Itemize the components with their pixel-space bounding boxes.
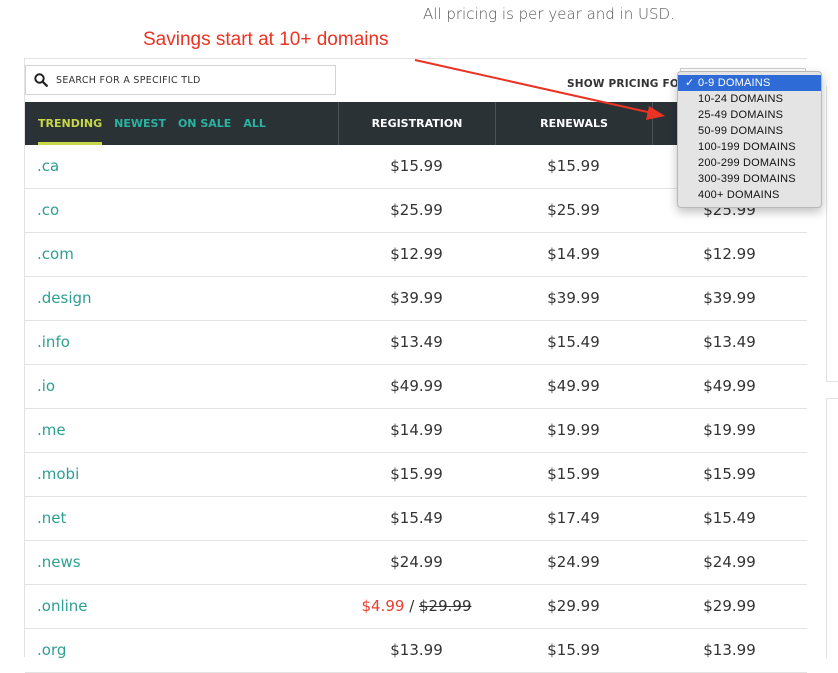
column-header-renewals: RENEWALS <box>495 102 652 145</box>
search-input[interactable] <box>54 73 328 87</box>
table-row: .net $15.49 $17.49 $15.49 <box>25 497 807 541</box>
registration-price: $15.99 <box>390 465 443 483</box>
registration-price: $25.99 <box>390 201 443 219</box>
tld-link[interactable]: .com <box>37 233 74 276</box>
registration-price: $39.99 <box>390 289 443 307</box>
registration-price: $14.99 <box>390 421 443 439</box>
tld-link[interactable]: .ca <box>37 145 59 188</box>
table-row: .mobi $15.99 $15.99 $15.99 <box>25 453 807 497</box>
renewal-price: $15.99 <box>547 465 600 483</box>
dropdown-option-100-199[interactable]: 100-199 DOMAINS <box>678 139 821 155</box>
option-label: 200-299 DOMAINS <box>698 157 796 169</box>
dropdown-option-200-299[interactable]: 200-299 DOMAINS <box>678 155 821 171</box>
option-label: 10-24 DOMAINS <box>698 93 784 105</box>
tab-all[interactable]: ALL <box>243 102 266 145</box>
registration-price: $12.99 <box>390 245 443 263</box>
transfer-price: $39.99 <box>703 289 756 307</box>
table-row: .design $39.99 $39.99 $39.99 <box>25 277 807 321</box>
tld-link[interactable]: .info <box>37 321 70 364</box>
sale-price: $4.99 <box>361 597 405 615</box>
tld-link[interactable]: .co <box>37 189 59 232</box>
renewal-price: $15.99 <box>547 641 600 659</box>
option-label: 50-99 DOMAINS <box>698 125 784 137</box>
registration-price: $15.49 <box>390 509 443 527</box>
registration-price: $15.99 <box>390 157 443 175</box>
transfer-price: $12.99 <box>703 245 756 263</box>
renewal-price: $49.99 <box>547 377 600 395</box>
dropdown-option-50-99[interactable]: 50-99 DOMAINS <box>678 123 821 139</box>
transfer-price: $13.99 <box>703 641 756 659</box>
tld-link[interactable]: .net <box>37 497 66 540</box>
tld-link[interactable]: .design <box>37 277 92 320</box>
renewal-price: $19.99 <box>547 421 600 439</box>
pricing-note: All pricing is per year and in USD. <box>423 5 675 23</box>
tld-link[interactable]: .me <box>37 409 66 452</box>
transfer-price: $19.99 <box>703 421 756 439</box>
renewal-price: $24.99 <box>547 553 600 571</box>
tld-filter-tabs: TRENDING NEWEST ON SALE ALL <box>38 102 278 145</box>
dropdown-option-25-49[interactable]: 25-49 DOMAINS <box>678 107 821 123</box>
side-panel-edge <box>826 86 838 382</box>
transfer-price: $13.49 <box>703 333 756 351</box>
tld-search-field[interactable] <box>25 65 336 95</box>
registration-price: $49.99 <box>390 377 443 395</box>
tab-trending[interactable]: TRENDING <box>38 102 103 145</box>
dropdown-option-0-9[interactable]: ✓ 0-9 DOMAINS <box>678 75 821 91</box>
tab-on-sale[interactable]: ON SALE <box>178 102 231 145</box>
registration-price: $13.49 <box>390 333 443 351</box>
option-label: 300-399 DOMAINS <box>698 173 796 185</box>
side-panel-edge <box>826 398 838 658</box>
transfer-price: $29.99 <box>703 597 756 615</box>
pricing-for-label: SHOW PRICING FOR <box>567 78 688 90</box>
panel-divider <box>24 58 807 59</box>
renewal-price: $15.49 <box>547 333 600 351</box>
transfer-price: $15.99 <box>703 465 756 483</box>
transfer-price: $15.49 <box>703 509 756 527</box>
tld-link[interactable]: .org <box>37 629 66 672</box>
table-row: .online $4.99 / $29.99 $29.99 $29.99 <box>25 585 807 629</box>
renewal-price: $39.99 <box>547 289 600 307</box>
tld-link[interactable]: .io <box>37 365 55 408</box>
annotation-callout: Savings start at 10+ domains <box>143 29 389 50</box>
registration-price: $24.99 <box>390 553 443 571</box>
registration-price: $13.99 <box>390 641 443 659</box>
table-row: .news $24.99 $24.99 $24.99 <box>25 541 807 585</box>
option-label: 100-199 DOMAINS <box>698 141 796 153</box>
dropdown-option-300-399[interactable]: 300-399 DOMAINS <box>678 171 821 187</box>
renewal-price: $15.99 <box>547 157 600 175</box>
option-label: 25-49 DOMAINS <box>698 109 784 121</box>
dropdown-option-10-24[interactable]: 10-24 DOMAINS <box>678 91 821 107</box>
renewal-price: $17.49 <box>547 509 600 527</box>
registration-price: $4.99 / $29.99 <box>361 597 472 615</box>
option-label: 400+ DOMAINS <box>698 189 780 201</box>
tab-newest[interactable]: NEWEST <box>114 102 166 145</box>
column-header-registration: REGISTRATION <box>338 102 495 145</box>
transfer-price: $24.99 <box>703 553 756 571</box>
dropdown-option-400-plus[interactable]: 400+ DOMAINS <box>678 187 821 203</box>
table-row: .io $49.99 $49.99 $49.99 <box>25 365 807 409</box>
table-row: .org $13.99 $15.99 $13.99 <box>25 629 807 673</box>
search-icon <box>34 73 48 87</box>
renewal-price: $25.99 <box>547 201 600 219</box>
table-row: .com $12.99 $14.99 $12.99 <box>25 233 807 277</box>
tld-link[interactable]: .mobi <box>37 453 79 496</box>
table-row: .info $13.49 $15.49 $13.49 <box>25 321 807 365</box>
checkmark-icon: ✓ <box>685 77 695 89</box>
renewal-price: $29.99 <box>547 597 600 615</box>
option-label: 0-9 DOMAINS <box>698 77 771 89</box>
original-price: $29.99 <box>419 597 472 615</box>
renewal-price: $14.99 <box>547 245 600 263</box>
transfer-price: $49.99 <box>703 377 756 395</box>
table-row: .me $14.99 $19.99 $19.99 <box>25 409 807 453</box>
tld-link[interactable]: .online <box>37 585 88 628</box>
tld-link[interactable]: .news <box>37 541 81 584</box>
domain-count-dropdown: ✓ 0-9 DOMAINS 10-24 DOMAINS 25-49 DOMAINS… <box>677 71 822 208</box>
